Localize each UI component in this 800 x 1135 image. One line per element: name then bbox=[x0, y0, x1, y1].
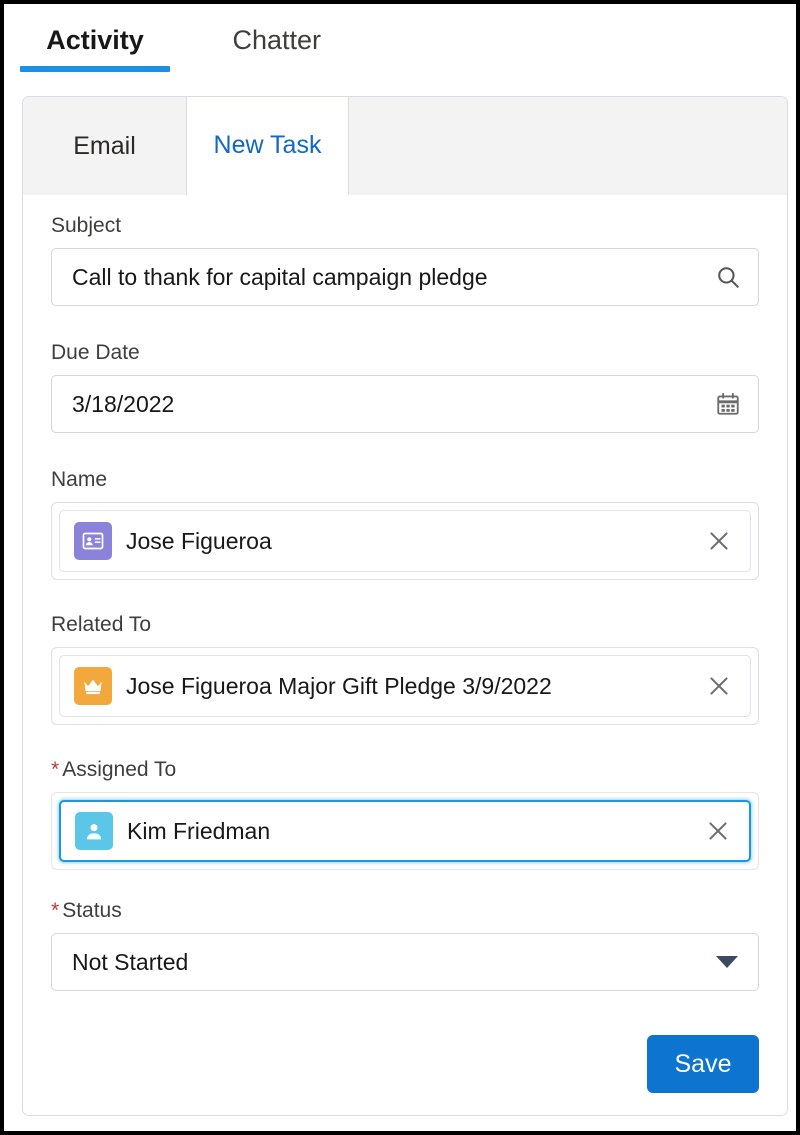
calendar-icon[interactable] bbox=[714, 390, 742, 418]
chevron-down-icon[interactable] bbox=[716, 956, 738, 968]
due-date-value: 3/18/2022 bbox=[72, 390, 175, 417]
status-label-text: Status bbox=[62, 899, 122, 922]
name-value: Jose Figueroa bbox=[126, 527, 272, 554]
due-date-input[interactable]: 3/18/2022 bbox=[51, 375, 759, 433]
assigned-to-pill[interactable]: Kim Friedman bbox=[59, 800, 751, 862]
related-to-label: Related To bbox=[51, 613, 152, 636]
assigned-to-label-text: Assigned To bbox=[62, 758, 177, 781]
subject-label: Subject bbox=[51, 214, 122, 237]
related-to-value: Jose Figueroa Major Gift Pledge 3/9/2022 bbox=[126, 672, 552, 699]
related-to-lookup[interactable]: Jose Figueroa Major Gift Pledge 3/9/2022 bbox=[51, 647, 759, 725]
name-label: Name bbox=[51, 468, 108, 491]
save-button[interactable]: Save bbox=[647, 1035, 759, 1093]
task-composer-card: Email New Task Subject Call to thank for… bbox=[22, 96, 788, 1116]
crown-icon bbox=[74, 667, 112, 705]
tab-chatter[interactable]: Chatter bbox=[232, 4, 321, 76]
close-icon[interactable] bbox=[706, 673, 732, 699]
composer-tab-bar: Email New Task bbox=[23, 97, 787, 195]
tab-email[interactable]: Email bbox=[23, 97, 187, 195]
field-due-date: Due Date 3/18/2022 bbox=[51, 342, 759, 433]
assigned-to-label: * Assigned To bbox=[51, 759, 759, 780]
status-select[interactable]: Not Started bbox=[51, 933, 759, 991]
field-related-to: Related To Jose Figueroa Major Gift Pled… bbox=[51, 614, 759, 725]
close-icon[interactable] bbox=[705, 818, 731, 844]
close-icon[interactable] bbox=[706, 528, 732, 554]
form-actions: Save bbox=[647, 1035, 759, 1093]
field-name: Name Jose Figueroa bbox=[51, 469, 759, 580]
subject-value: Call to thank for capital campaign pledg… bbox=[72, 263, 488, 290]
user-icon bbox=[75, 812, 113, 850]
field-status: * Status Not Started bbox=[51, 900, 759, 991]
subject-input[interactable]: Call to thank for capital campaign pledg… bbox=[51, 248, 759, 306]
app-frame: Activity Chatter Email New Task Subject … bbox=[0, 0, 800, 1135]
new-task-form: Subject Call to thank for capital campai… bbox=[23, 195, 787, 1115]
search-icon[interactable] bbox=[714, 263, 742, 291]
related-to-pill[interactable]: Jose Figueroa Major Gift Pledge 3/9/2022 bbox=[59, 655, 751, 717]
status-label: * Status bbox=[51, 900, 759, 921]
required-marker: * bbox=[51, 899, 60, 922]
field-subject: Subject Call to thank for capital campai… bbox=[51, 215, 759, 306]
assigned-to-lookup[interactable]: Kim Friedman bbox=[51, 792, 759, 870]
primary-tab-bar: Activity Chatter bbox=[4, 4, 796, 76]
field-assigned-to: * Assigned To Kim Friedman bbox=[51, 759, 759, 870]
tab-new-task[interactable]: New Task bbox=[187, 97, 349, 195]
status-value: Not Started bbox=[72, 948, 189, 975]
name-lookup[interactable]: Jose Figueroa bbox=[51, 502, 759, 580]
assigned-to-value: Kim Friedman bbox=[127, 817, 271, 844]
due-date-label: Due Date bbox=[51, 341, 140, 364]
active-tab-indicator bbox=[20, 66, 170, 72]
required-marker: * bbox=[51, 758, 60, 781]
contact-card-icon bbox=[74, 522, 112, 560]
name-pill[interactable]: Jose Figueroa bbox=[59, 510, 751, 572]
composer-tab-bar-filler bbox=[349, 97, 787, 195]
